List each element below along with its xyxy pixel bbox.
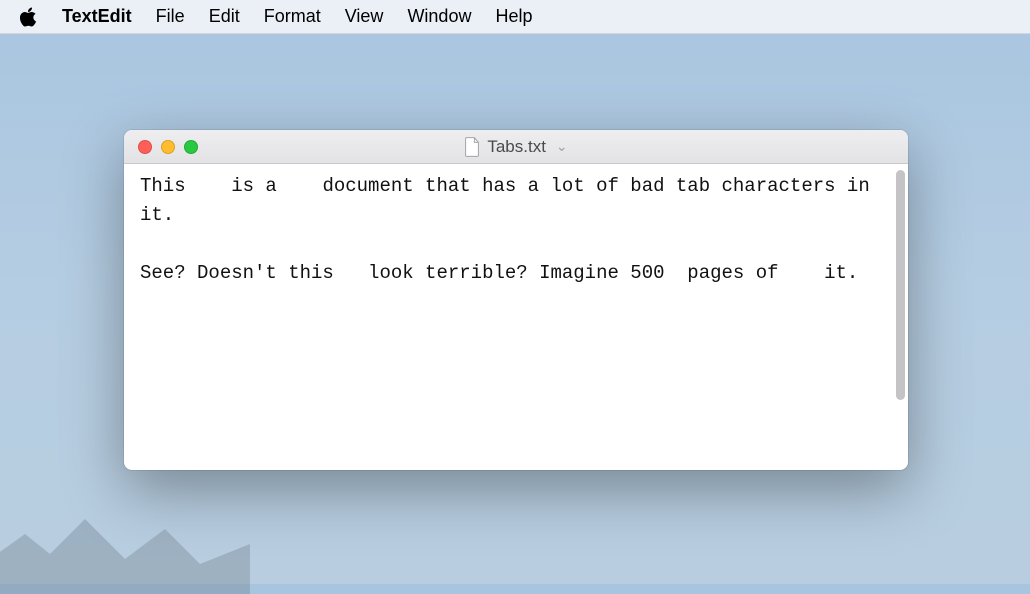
- scrollbar[interactable]: [892, 164, 908, 470]
- traffic-lights: [124, 140, 198, 154]
- document-icon: [464, 137, 480, 157]
- window-title[interactable]: Tabs.txt ⌄: [464, 137, 567, 157]
- menu-edit[interactable]: Edit: [209, 6, 240, 27]
- text-editor[interactable]: This is a document that has a lot of bad…: [124, 164, 892, 470]
- menu-help[interactable]: Help: [495, 6, 532, 27]
- desktop-wallpaper-mountains: [0, 504, 250, 594]
- menubar: TextEdit File Edit Format View Window He…: [0, 0, 1030, 34]
- window-titlebar[interactable]: Tabs.txt ⌄: [124, 130, 908, 164]
- menu-file[interactable]: File: [156, 6, 185, 27]
- menu-format[interactable]: Format: [264, 6, 321, 27]
- zoom-button[interactable]: [184, 140, 198, 154]
- menu-view[interactable]: View: [345, 6, 384, 27]
- window-title-text: Tabs.txt: [487, 137, 546, 157]
- textedit-window: Tabs.txt ⌄ This is a document that has a…: [124, 130, 908, 470]
- menu-window[interactable]: Window: [407, 6, 471, 27]
- document-area: This is a document that has a lot of bad…: [124, 164, 908, 470]
- scrollbar-thumb[interactable]: [896, 170, 905, 400]
- menu-app-name[interactable]: TextEdit: [62, 6, 132, 27]
- chevron-down-icon[interactable]: ⌄: [556, 138, 568, 155]
- apple-menu-icon[interactable]: [18, 6, 38, 28]
- minimize-button[interactable]: [161, 140, 175, 154]
- close-button[interactable]: [138, 140, 152, 154]
